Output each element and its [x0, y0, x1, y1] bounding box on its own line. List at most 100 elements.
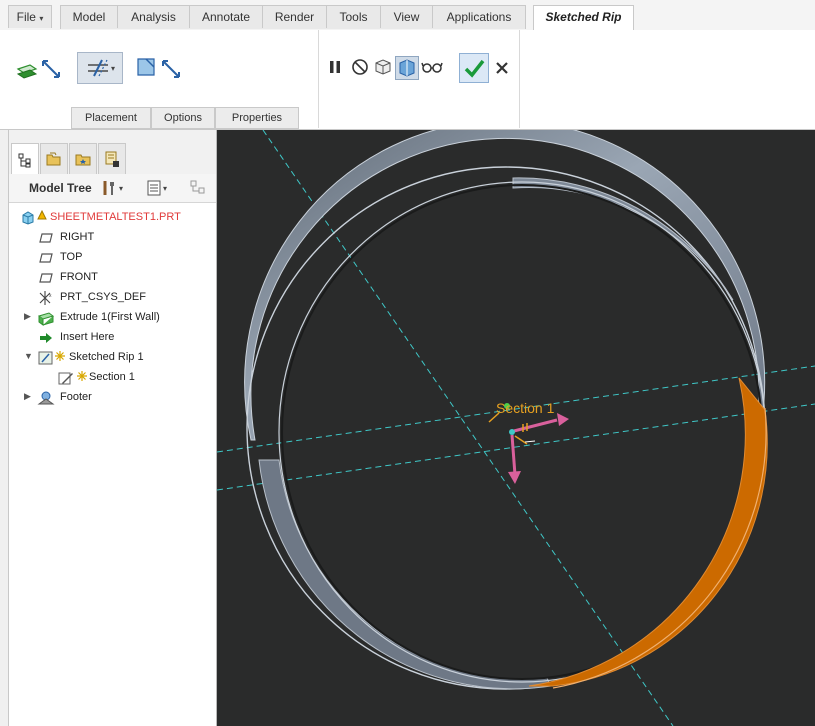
tree-item-label: TOP — [60, 251, 83, 263]
no-preview-icon — [352, 59, 368, 75]
rip-type-dropdown[interactable]: ▾ — [77, 52, 123, 84]
svg-text:x: x — [49, 293, 52, 299]
subtab-label: Placement — [85, 112, 137, 124]
tree-item-front[interactable]: FRONT — [9, 268, 214, 288]
tree-item-footer[interactable]: ▶ Footer — [9, 388, 214, 408]
cancel-button[interactable] — [492, 58, 512, 78]
tab-label: Tools — [339, 10, 368, 24]
tab-favorites[interactable] — [69, 143, 97, 174]
panel-tab-strip — [9, 130, 216, 175]
datum-plane-icon — [37, 229, 55, 247]
new-feature-spark-icon — [55, 347, 65, 365]
tree-filter-button[interactable] — [189, 179, 211, 197]
tree-item-label: Footer — [60, 391, 92, 403]
subtab-label: Properties — [231, 112, 283, 124]
tab-folder-browser[interactable] — [40, 143, 68, 174]
tab-render[interactable]: Render — [262, 5, 327, 28]
new-feature-spark-icon — [77, 367, 87, 385]
tree-icon — [18, 153, 31, 167]
sketched-rip-icon — [37, 349, 55, 367]
sketch-define-icon — [16, 60, 60, 79]
tree-item-label: Insert Here — [60, 331, 115, 343]
flip-direction-icon — [137, 58, 180, 78]
tree-item-sketched-rip[interactable]: ▼ Sketched Rip 1 — [9, 348, 214, 368]
subtab-properties[interactable]: Properties — [215, 107, 299, 129]
extrude-wall-icon — [37, 309, 55, 327]
tab-view[interactable]: View — [380, 5, 433, 28]
tab-sketched-rip[interactable]: Sketched Rip — [533, 5, 634, 31]
no-preview-button[interactable] — [350, 57, 370, 77]
tree-item-label: PRT_CSYS_DEF — [60, 291, 146, 303]
close-icon — [496, 62, 508, 74]
ok-apply-button[interactable] — [459, 53, 489, 83]
file-menu-label: File — [16, 10, 36, 24]
panel-title: Model Tree — [29, 181, 92, 195]
tree-item-label: Section 1 — [89, 371, 135, 383]
file-menu-button[interactable]: File ▾ — [8, 5, 52, 28]
sketch-define-button[interactable] — [14, 54, 64, 84]
subtab-placement[interactable]: Placement — [71, 107, 151, 129]
datum-axis-line — [262, 130, 674, 726]
tree-item-section[interactable]: Section 1 — [9, 368, 214, 388]
tab-label: View — [393, 10, 420, 24]
sketch-pencil-icon — [57, 369, 75, 387]
ribbon-separator — [318, 30, 319, 128]
flip-direction-button[interactable] — [134, 54, 184, 84]
expand-arrow-icon[interactable]: ▶ — [24, 311, 34, 322]
collapse-arrow-icon[interactable]: ▼ — [24, 351, 34, 361]
tree-item-right[interactable]: RIGHT — [9, 228, 214, 248]
tools-icon — [103, 181, 114, 195]
tree-settings-button[interactable]: ▾ — [101, 178, 133, 198]
model-tree-panel: Model Tree ▾ ▾ SHEETMETALTEST1.PRT RIGHT… — [8, 130, 217, 726]
tab-model[interactable]: Model — [60, 5, 118, 28]
tab-layers[interactable] — [98, 143, 126, 174]
glasses-preview-button[interactable] — [420, 57, 444, 77]
tab-applications[interactable]: Applications — [432, 5, 526, 28]
subtab-label: Options — [164, 112, 202, 124]
tab-model-tree[interactable] — [11, 143, 39, 175]
subtab-options[interactable]: Options — [151, 107, 215, 129]
tree-item-label: SHEETMETALTEST1.PRT — [50, 211, 181, 223]
section-label: Section 1 — [496, 400, 555, 416]
chevron-down-icon: ▾ — [163, 183, 168, 193]
ribbon-panel: ▾ Placement Options Properties — [0, 30, 815, 130]
verify-mode-button[interactable] — [395, 56, 419, 80]
graphics-viewport[interactable]: Section 1 — [217, 130, 815, 726]
tree-filter-icon — [190, 180, 205, 194]
tab-annotate[interactable]: Annotate — [189, 5, 263, 28]
tab-tools[interactable]: Tools — [326, 5, 381, 28]
tab-analysis[interactable]: Analysis — [117, 5, 190, 28]
tab-label: Render — [274, 10, 315, 24]
pause-button[interactable] — [325, 57, 345, 77]
feature-preview-button[interactable] — [372, 57, 394, 77]
tree-item-extrude[interactable]: ▶ Extrude 1(First Wall) — [9, 308, 214, 328]
ribbon-tab-bar: File ▾ Model Analysis Annotate Render To… — [0, 0, 815, 31]
folder-browser-icon — [46, 152, 61, 166]
tree-item-insert-here[interactable]: Insert Here — [9, 328, 214, 348]
pause-icon — [330, 61, 340, 73]
favorites-folder-icon — [75, 154, 91, 166]
tab-label: Applications — [446, 10, 512, 24]
tab-label: Annotate — [201, 10, 251, 24]
footer-icon — [37, 389, 55, 407]
glasses-icon — [421, 62, 443, 73]
feature-preview-icon — [375, 59, 391, 75]
tree-item-csys[interactable]: x PRT_CSYS_DEF — [9, 288, 214, 308]
expand-arrow-icon[interactable]: ▶ — [24, 391, 34, 402]
tab-label: Analysis — [131, 10, 176, 24]
tree-show-button[interactable]: ▾ — [145, 178, 179, 198]
chevron-down-icon: ▾ — [110, 63, 115, 73]
checkmark-icon — [464, 59, 485, 78]
tree-item-top[interactable]: TOP — [9, 248, 214, 268]
model-tree-toolbar: Model Tree ▾ ▾ — [9, 174, 216, 203]
chevron-down-icon: ▾ — [39, 14, 44, 23]
tree-item-part[interactable]: SHEETMETALTEST1.PRT — [9, 208, 214, 228]
tree-item-label: RIGHT — [60, 231, 95, 243]
chevron-down-icon: ▾ — [119, 183, 124, 193]
show-list-icon — [147, 180, 161, 196]
part-icon — [19, 209, 37, 227]
tree-item-label: Sketched Rip 1 — [69, 351, 144, 363]
datum-plane-icon — [37, 249, 55, 267]
ribbon-separator — [519, 30, 520, 128]
warning-icon — [37, 206, 47, 224]
